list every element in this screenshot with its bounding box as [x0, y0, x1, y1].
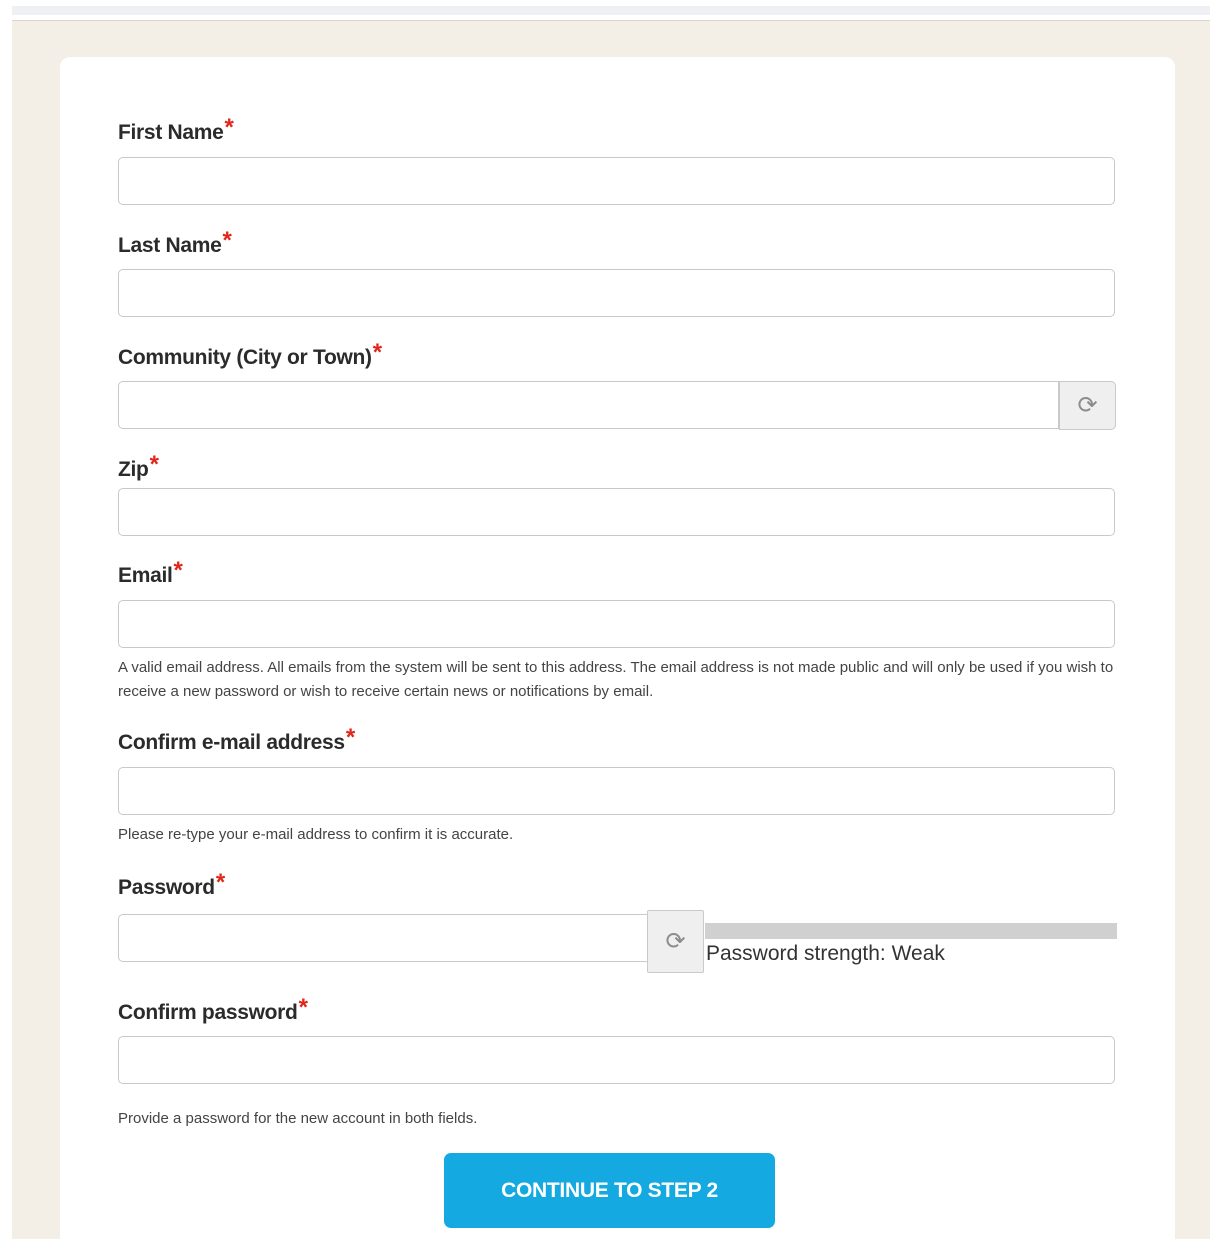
confirm-email-label-text: Confirm e-mail address — [118, 731, 345, 754]
confirm-email-label: Confirm e-mail address* — [118, 724, 355, 756]
email-label: Email* — [118, 557, 183, 589]
required-mark: * — [215, 869, 225, 896]
email-help-text: A valid email address. All emails from t… — [118, 659, 1114, 700]
password-help-text: Provide a password for the new account i… — [118, 1110, 478, 1127]
password-label: Password* — [118, 869, 225, 901]
password-input[interactable] — [118, 914, 648, 962]
password-generate-button[interactable]: ⟳ — [647, 910, 704, 973]
refresh-icon: ⟳ — [665, 928, 686, 955]
required-mark: * — [173, 557, 183, 584]
password-strength-bar — [705, 923, 1117, 939]
first-name-input[interactable] — [118, 157, 1115, 205]
password-strength-text: Password strength: Weak — [706, 942, 945, 965]
required-mark: * — [149, 451, 159, 478]
email-input[interactable] — [118, 600, 1115, 648]
first-name-label-text: First Name — [118, 121, 224, 144]
first-name-label: First Name* — [118, 114, 234, 146]
top-strip — [12, 6, 1210, 15]
confirm-password-label-text: Confirm password — [118, 1001, 298, 1024]
last-name-label: Last Name* — [118, 227, 232, 259]
confirm-email-help-text: Please re-type your e-mail address to co… — [118, 826, 514, 843]
confirm-password-input[interactable] — [118, 1036, 1115, 1084]
required-mark: * — [298, 994, 308, 1021]
email-label-text: Email — [118, 564, 173, 587]
required-mark: * — [372, 339, 382, 366]
zip-label-text: Zip — [118, 458, 149, 481]
continue-to-step-2-button[interactable]: CONTINUE TO STEP 2 — [444, 1153, 775, 1228]
confirm-email-input[interactable] — [118, 767, 1115, 815]
zip-label: Zip* — [118, 451, 159, 483]
last-name-label-text: Last Name — [118, 234, 222, 257]
last-name-input[interactable] — [118, 269, 1115, 317]
refresh-icon: ⟳ — [1077, 392, 1098, 419]
required-mark: * — [222, 227, 232, 254]
zip-input[interactable] — [118, 488, 1115, 536]
community-label-text: Community (City or Town) — [118, 346, 372, 369]
confirm-password-label: Confirm password* — [118, 994, 308, 1026]
community-input[interactable] — [118, 381, 1059, 429]
community-label: Community (City or Town)* — [118, 339, 382, 371]
required-mark: * — [345, 724, 355, 751]
required-mark: * — [224, 114, 234, 141]
password-label-text: Password — [118, 876, 215, 899]
community-autocomplete-button[interactable]: ⟳ — [1059, 381, 1116, 430]
